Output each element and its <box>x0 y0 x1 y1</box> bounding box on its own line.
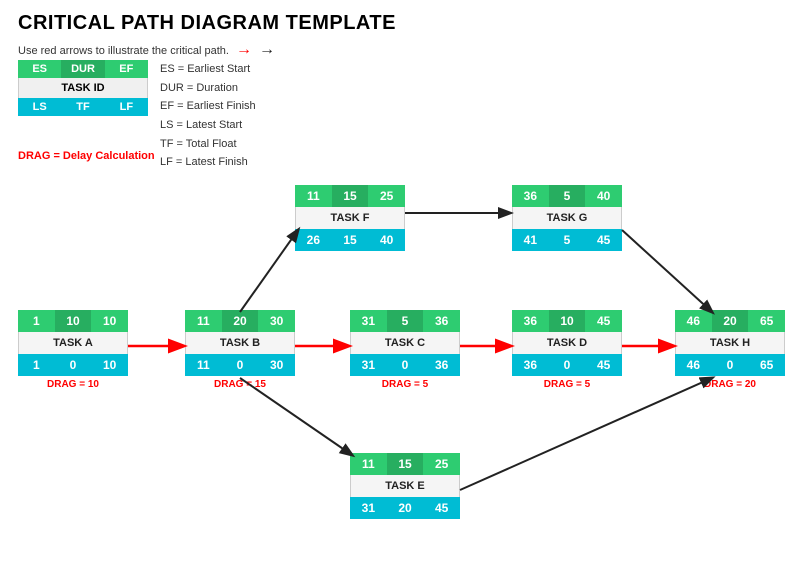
task-d-name: TASK D <box>512 332 622 354</box>
task-c-drag: DRAG = 5 <box>350 379 460 390</box>
legend-ls: LS <box>18 98 61 116</box>
task-b-ls: 11 <box>185 354 222 376</box>
task-h-dur: 20 <box>712 310 749 332</box>
task-h-tf: 0 <box>712 354 749 376</box>
black-arrow-icon: → <box>259 41 275 58</box>
legend-tf: TF <box>61 98 104 116</box>
task-e-ef: 25 <box>423 453 460 475</box>
task-g-dur: 5 <box>549 185 586 207</box>
task-c-tf: 0 <box>387 354 424 376</box>
task-d-drag: DRAG = 5 <box>512 379 622 390</box>
task-e-name: TASK E <box>350 475 460 497</box>
task-d-dur: 10 <box>549 310 586 332</box>
task-g-ef: 40 <box>585 185 622 207</box>
task-a-ls: 1 <box>18 354 55 376</box>
task-e-node: 11 15 25 TASK E 31 20 45 <box>350 453 460 519</box>
task-c-ls: 31 <box>350 354 387 376</box>
task-d-tf: 0 <box>549 354 586 376</box>
task-a-name: TASK A <box>18 332 128 354</box>
task-f-ls: 26 <box>295 229 332 251</box>
task-b-name: TASK B <box>185 332 295 354</box>
task-e-ls: 31 <box>350 497 387 519</box>
task-b-tf: 0 <box>222 354 259 376</box>
legend-dur: DUR <box>61 60 104 78</box>
task-c-lf: 36 <box>423 354 460 376</box>
arrow-b-f <box>240 230 298 312</box>
legend-es: ES <box>18 60 61 78</box>
task-f-dur: 15 <box>332 185 369 207</box>
task-d-ls: 36 <box>512 354 549 376</box>
task-d-ef: 45 <box>585 310 622 332</box>
task-g-lf: 45 <box>585 229 622 251</box>
task-a-dur: 10 <box>55 310 92 332</box>
task-f-tf: 15 <box>332 229 369 251</box>
task-d-node: 36 10 45 TASK D 36 0 45 DRAG = 5 <box>512 310 622 390</box>
drag-note: DRAG = Delay Calculation <box>18 150 155 162</box>
task-a-lf: 10 <box>91 354 128 376</box>
task-e-tf: 20 <box>387 497 424 519</box>
task-b-dur: 20 <box>222 310 259 332</box>
page-title: CRITICAL PATH DIAGRAM TEMPLATE <box>0 0 808 39</box>
task-f-ef: 25 <box>368 185 405 207</box>
task-h-ls: 46 <box>675 354 712 376</box>
task-b-ef: 30 <box>258 310 295 332</box>
task-c-dur: 5 <box>387 310 424 332</box>
task-g-node: 36 5 40 TASK G 41 5 45 <box>512 185 622 251</box>
task-h-name: TASK H <box>675 332 785 354</box>
task-c-name: TASK C <box>350 332 460 354</box>
task-g-es: 36 <box>512 185 549 207</box>
task-h-lf: 65 <box>748 354 785 376</box>
task-a-tf: 0 <box>55 354 92 376</box>
task-h-drag: DRAG = 20 <box>675 379 785 390</box>
task-e-lf: 45 <box>423 497 460 519</box>
legend-task-id: TASK ID <box>18 78 148 98</box>
task-c-ef: 36 <box>423 310 460 332</box>
legend-box: ES DUR EF TASK ID LS TF LF <box>18 60 148 116</box>
task-h-ef: 65 <box>748 310 785 332</box>
task-d-lf: 45 <box>585 354 622 376</box>
task-f-lf: 40 <box>368 229 405 251</box>
legend-ef: EF <box>105 60 148 78</box>
task-c-node: 31 5 36 TASK C 31 0 36 DRAG = 5 <box>350 310 460 390</box>
task-g-ls: 41 <box>512 229 549 251</box>
task-a-node: 1 10 10 TASK A 1 0 10 DRAG = 10 <box>18 310 128 390</box>
task-b-lf: 30 <box>258 354 295 376</box>
task-h-es: 46 <box>675 310 712 332</box>
legend-lf: LF <box>105 98 148 116</box>
task-g-tf: 5 <box>549 229 586 251</box>
red-arrow-icon: → <box>236 41 252 58</box>
task-a-es: 1 <box>18 310 55 332</box>
task-f-node: 11 15 25 TASK F 26 15 40 <box>295 185 405 251</box>
task-d-es: 36 <box>512 310 549 332</box>
task-f-es: 11 <box>295 185 332 207</box>
task-b-node: 11 20 30 TASK B 11 0 30 DRAG = 15 <box>185 310 295 390</box>
task-f-name: TASK F <box>295 207 405 229</box>
task-a-ef: 10 <box>91 310 128 332</box>
task-g-name: TASK G <box>512 207 622 229</box>
task-c-es: 31 <box>350 310 387 332</box>
task-e-dur: 15 <box>387 453 424 475</box>
legend-labels: ES = Earliest Start DUR = Duration EF = … <box>160 60 256 172</box>
legend-bottom-row: LS TF LF <box>18 98 148 116</box>
arrow-e-h <box>460 378 712 490</box>
task-b-drag: DRAG = 15 <box>185 379 295 390</box>
task-a-drag: DRAG = 10 <box>18 379 128 390</box>
task-e-es: 11 <box>350 453 387 475</box>
task-b-es: 11 <box>185 310 222 332</box>
task-h-node: 46 20 65 TASK H 46 0 65 DRAG = 20 <box>675 310 785 390</box>
legend-top-row: ES DUR EF <box>18 60 148 78</box>
arrow-g-h <box>622 230 712 312</box>
